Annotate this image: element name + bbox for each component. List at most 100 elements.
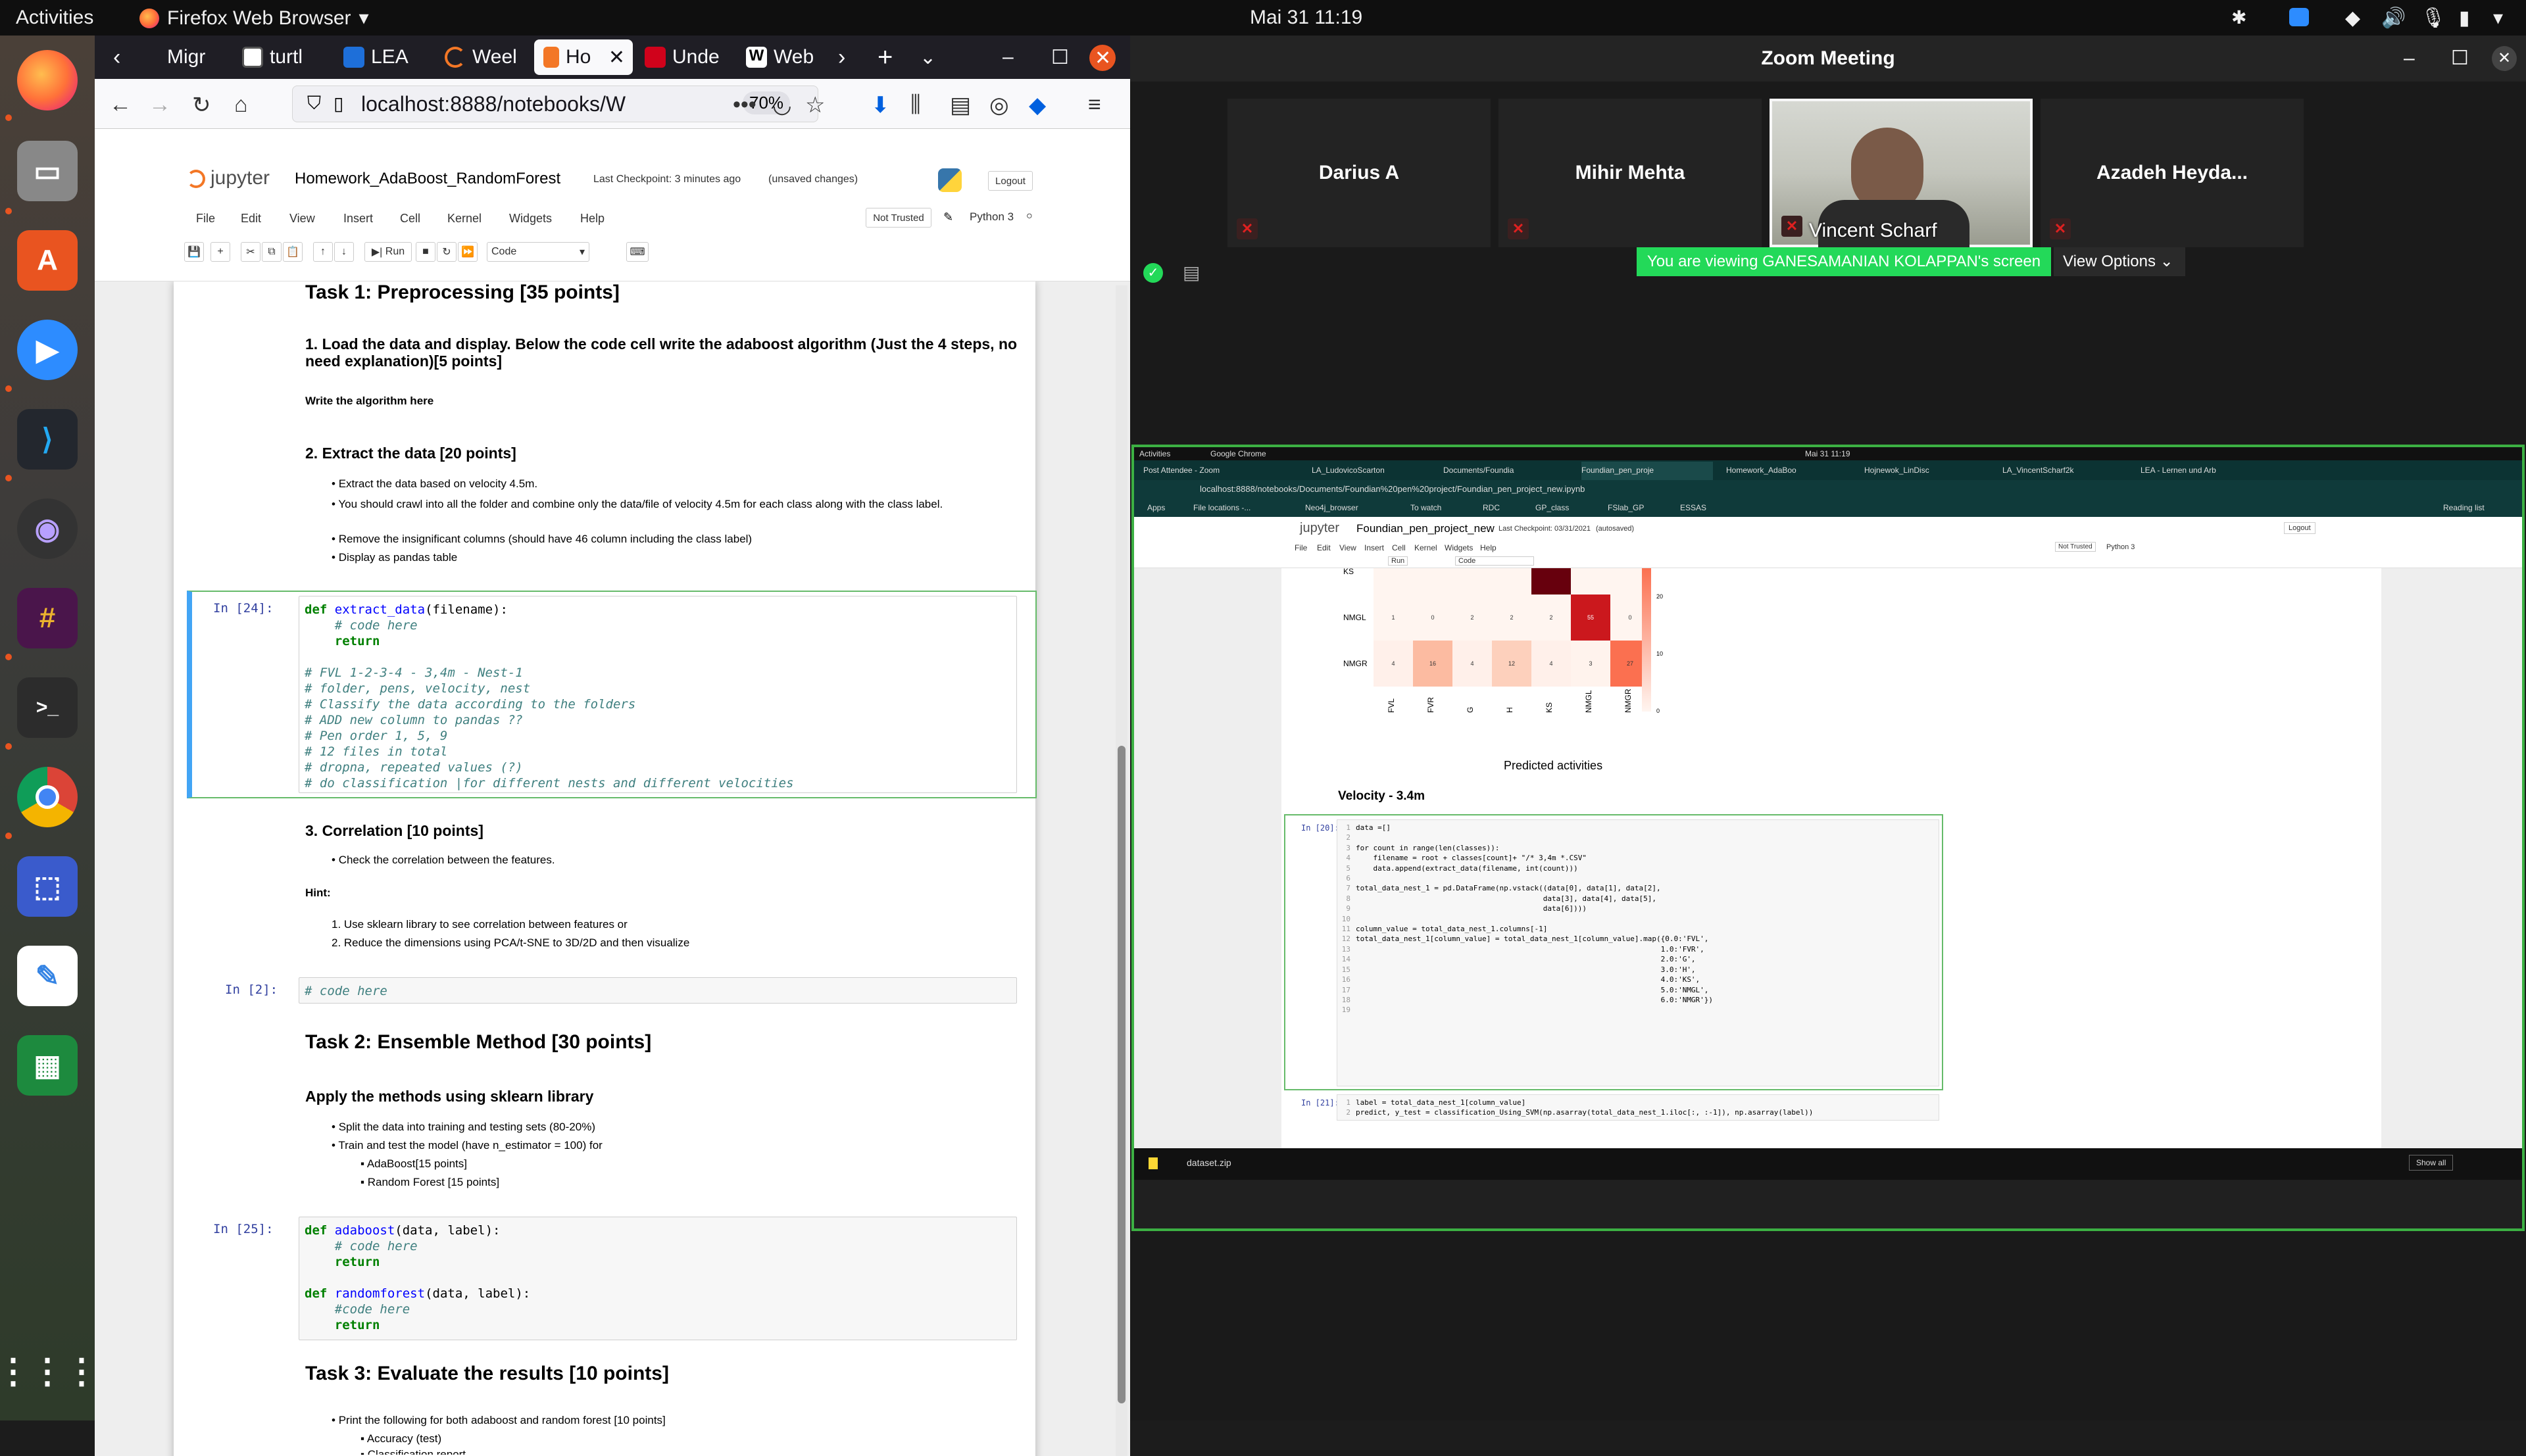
tab-6[interactable]: Unde — [635, 39, 734, 75]
menu-file[interactable]: File — [196, 212, 215, 226]
record-icon[interactable]: ▤ — [1183, 262, 1200, 283]
maximize-icon[interactable]: ☐ — [1042, 39, 1075, 75]
edit-pencil-icon[interactable]: ✎ — [943, 210, 953, 224]
stop-icon[interactable]: ■ — [416, 242, 435, 262]
menu-view[interactable]: View — [289, 212, 315, 226]
new-tab-icon[interactable]: + — [868, 39, 908, 75]
app-grid-icon[interactable]: ⋮⋮⋮ — [0, 1342, 99, 1402]
participant-tile[interactable]: Darius A ✕ — [1227, 99, 1491, 247]
trusted-badge[interactable]: Not Trusted — [866, 208, 931, 228]
terminal-icon[interactable]: >_ — [17, 677, 78, 738]
menu-cell[interactable]: Cell — [400, 212, 420, 226]
tab-5-active[interactable]: Ho ✕ — [534, 39, 633, 75]
line-text: 6.0:'NMGR'}) — [1356, 995, 1714, 1004]
page-actions-icon[interactable]: ••• — [733, 92, 756, 118]
menu-widgets[interactable]: Widgets — [509, 212, 552, 226]
bookmark-star-icon[interactable]: ☆ — [805, 92, 825, 118]
chrome-icon[interactable] — [17, 767, 78, 827]
menu-icon[interactable]: ≡ — [1088, 92, 1101, 118]
minimize-icon[interactable]: – — [993, 39, 1026, 75]
kernel-name: Python 3 — [970, 210, 1014, 223]
firefox-icon[interactable] — [17, 50, 78, 110]
microphone-icon[interactable]: 🎙 — [2421, 7, 2446, 30]
tab-7[interactable]: W Web — [737, 39, 835, 75]
account-icon[interactable]: ◎ — [989, 92, 1009, 118]
code-editor-24[interactable]: def extract_data(filename): # code here … — [299, 596, 1017, 793]
wifi-icon[interactable]: ◆ — [2345, 7, 2360, 30]
zoom-icon[interactable]: ▶ — [17, 320, 78, 380]
pocket-icon[interactable]: ◡ — [772, 92, 792, 118]
restart-icon[interactable]: ↻ — [437, 242, 457, 262]
bookmark: ESSAS — [1680, 503, 1707, 512]
close-tab-icon[interactable]: ✕ — [608, 46, 625, 69]
volume-icon[interactable]: 🔊 — [2381, 7, 2406, 30]
fast-forward-icon[interactable]: ⏩ — [458, 242, 478, 262]
move-down-icon[interactable]: ↓ — [334, 242, 354, 262]
minimize-icon[interactable]: – — [2404, 36, 2415, 82]
keyboard-icon[interactable]: ⌨ — [626, 242, 649, 262]
move-up-icon[interactable]: ↑ — [313, 242, 333, 262]
add-cell-icon[interactable]: + — [210, 242, 230, 262]
forward-icon[interactable]: → — [149, 92, 171, 118]
maximize-icon[interactable]: ☐ — [2451, 36, 2469, 82]
vscode-icon[interactable]: ⟩ — [17, 409, 78, 470]
menu-help[interactable]: Help — [580, 212, 605, 226]
close-window-icon[interactable]: ✕ — [1089, 45, 1116, 71]
jupyter-logo-text[interactable]: jupyter — [210, 167, 270, 189]
menu-kernel[interactable]: Kernel — [447, 212, 482, 226]
activities-button[interactable]: Activities — [16, 7, 93, 29]
reload-icon[interactable]: ↻ — [192, 92, 211, 118]
page-scrollbar[interactable] — [1116, 285, 1127, 1456]
jupyter-tab-icon — [543, 47, 559, 68]
scrollbar-thumb[interactable] — [1118, 746, 1126, 1403]
copy-icon[interactable]: ⧉ — [262, 242, 282, 262]
save-icon[interactable]: 💾 — [184, 242, 204, 262]
participant-tile-video[interactable]: Vincent Scharf ✕ — [1770, 99, 2033, 259]
tab-1[interactable]: Migr — [158, 39, 230, 75]
cell-type-select[interactable]: Code ▾ — [487, 242, 589, 262]
run-button[interactable]: ▶| Run — [364, 242, 412, 262]
code-editor-2[interactable]: # code here — [299, 977, 1017, 1004]
cell-prompt: In [2]: — [225, 983, 278, 997]
selection-icon[interactable]: ⬚ — [17, 856, 78, 917]
spreadsheet-icon[interactable]: ▦ — [17, 1035, 78, 1096]
view-options-button[interactable]: View Options ⌄ — [2054, 247, 2185, 276]
zoom-tray-icon[interactable] — [2289, 8, 2309, 26]
tab-3[interactable]: LEA — [334, 39, 433, 75]
system-menu-chevron-icon[interactable]: ▾ — [2493, 7, 2503, 30]
home-icon[interactable]: ⌂ — [234, 92, 248, 118]
download-icon[interactable]: ⬇ — [871, 92, 890, 118]
tab-4[interactable]: Weel — [435, 39, 534, 75]
battery-icon[interactable]: ▮ — [2459, 7, 2470, 30]
extension-icon[interactable]: ◆ — [1029, 92, 1046, 118]
slack-icon[interactable]: # — [17, 588, 78, 648]
logout-button[interactable]: Logout — [988, 171, 1033, 191]
menu-edit[interactable]: Edit — [241, 212, 261, 226]
close-window-icon[interactable]: ✕ — [2492, 46, 2517, 71]
files-icon[interactable]: ▭ — [17, 141, 78, 201]
slack-tray-icon[interactable]: ✱ — [2231, 7, 2246, 28]
software-icon[interactable]: A — [17, 230, 78, 291]
task1-heading: Task 1: Preprocessing [35 points] — [305, 281, 620, 303]
tab-2[interactable]: turtl — [233, 39, 332, 75]
library-icon[interactable]: ⫼ — [910, 92, 921, 118]
encryption-shield-icon[interactable]: ✓ — [1143, 263, 1163, 283]
participant-tile[interactable]: Mihir Mehta ✕ — [1498, 99, 1762, 247]
screenshot-icon[interactable]: ◉ — [17, 498, 78, 559]
tab-list-forward-icon[interactable]: › — [829, 39, 868, 75]
clock[interactable]: Mai 31 11:19 — [1250, 7, 1362, 29]
tab-list-back-icon[interactable]: ‹ — [104, 39, 143, 75]
list-item: • Train and test the model (have n_estim… — [332, 1139, 603, 1152]
text-editor-icon[interactable]: ✎ — [17, 946, 78, 1006]
url-text[interactable]: localhost:8888/notebooks/W — [361, 92, 626, 116]
app-menu[interactable]: Firefox Web Browser ▾ — [139, 7, 369, 30]
paste-icon[interactable]: 📋 — [283, 242, 303, 262]
participant-tile[interactable]: Azadeh Heyda... ✕ — [2041, 99, 2304, 247]
notebook-title[interactable]: Homework_AdaBoost_RandomForest — [295, 170, 560, 188]
list-all-tabs-icon[interactable]: ⌄ — [910, 39, 950, 75]
back-icon[interactable]: ← — [109, 92, 132, 118]
sidebar-icon[interactable]: ▤ — [950, 92, 971, 118]
menu-insert[interactable]: Insert — [343, 212, 373, 226]
cut-icon[interactable]: ✂ — [241, 242, 260, 262]
code-editor-25[interactable]: def adaboost(data, label): # code here r… — [299, 1217, 1017, 1340]
